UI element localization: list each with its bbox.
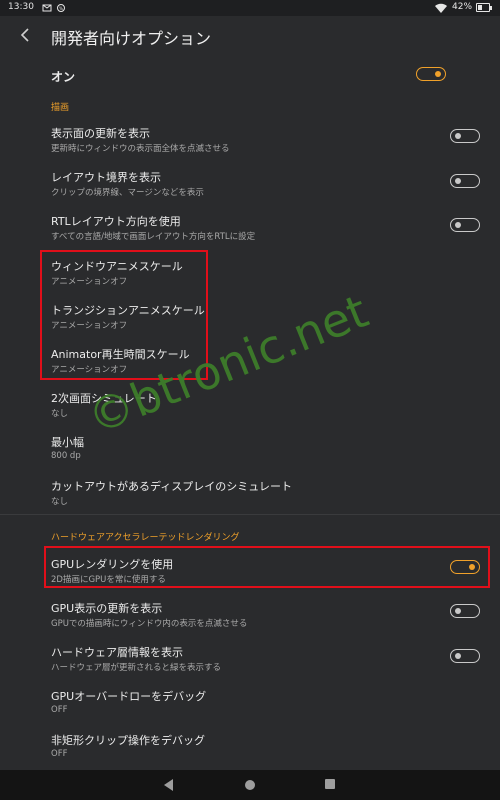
svg-text:%: % [59, 6, 63, 11]
data-saver-icon: % [57, 4, 65, 12]
item-title: レイアウト境界を表示 [51, 171, 161, 184]
navigation-bar [0, 770, 500, 800]
wifi-icon [435, 3, 447, 13]
item-title: 表示面の更新を表示 [51, 127, 150, 140]
section-header-drawing: 描画 [51, 103, 70, 113]
nav-recents-icon[interactable] [325, 779, 335, 789]
nav-back-icon[interactable] [164, 779, 173, 791]
master-toggle[interactable] [416, 67, 446, 81]
item-summary: OFF [51, 749, 68, 759]
item-summary: なし [51, 409, 69, 419]
list-item-smallest-width[interactable]: 最小幅 800 dp [0, 434, 500, 478]
list-item-force-gpu-rendering[interactable]: GPUレンダリングを使用 2D描画にGPUを常に使用する [0, 556, 500, 600]
section-header-hw-rendering: ハードウェアアクセラレーテッドレンダリング [51, 533, 240, 543]
list-item-window-animation-scale[interactable]: ウィンドウアニメスケール アニメーションオフ [0, 258, 500, 302]
list-item-force-rtl[interactable]: RTLレイアウト方向を使用 すべての言語/地域で画面レイアウト方向をRTLに設定 [0, 213, 500, 257]
list-item-simulate-secondary-display[interactable]: 2次画面シミュレート なし [0, 390, 500, 434]
master-switch-label: オン [51, 70, 76, 84]
notification-icon [42, 4, 52, 12]
item-summary: OFF [51, 705, 68, 715]
master-switch-row[interactable]: オン [0, 66, 500, 110]
section-divider [0, 514, 500, 515]
list-item-debug-gpu-overdraw[interactable]: GPUオーバードローをデバッグ OFF [0, 688, 500, 732]
battery-icon [476, 3, 492, 12]
battery-percent: 42% [452, 2, 473, 12]
item-summary: 800 dp [51, 451, 81, 461]
toggle-show-layout-bounds[interactable] [450, 174, 480, 188]
item-summary: GPUでの描画時にウィンドウ内の表示を点滅させる [51, 619, 248, 629]
item-title: GPUオーバードローをデバッグ [51, 690, 207, 703]
item-summary: すべての言語/地域で画面レイアウト方向をRTLに設定 [51, 232, 256, 242]
status-bar: 13:30 % 42% [0, 0, 500, 16]
item-summary: アニメーションオフ [51, 321, 128, 331]
item-title: GPU表示の更新を表示 [51, 602, 163, 615]
item-title: ハードウェア層情報を表示 [51, 646, 183, 659]
item-title: RTLレイアウト方向を使用 [51, 215, 181, 228]
item-title: カットアウトがあるディスプレイのシミュレート [51, 480, 293, 493]
item-summary: アニメーションオフ [51, 277, 128, 287]
item-title: GPUレンダリングを使用 [51, 558, 174, 571]
item-summary: ハードウェア層が更新されると緑を表示する [51, 663, 222, 673]
status-time: 13:30 [8, 2, 34, 12]
item-title: トランジションアニメスケール [51, 304, 205, 317]
list-item-display-cutout[interactable]: カットアウトがあるディスプレイのシミュレート なし [0, 478, 500, 522]
toggle-show-hw-layers-updates[interactable] [450, 649, 480, 663]
item-summary: クリップの境界線、マージンなどを表示 [51, 188, 204, 198]
toggle-show-surface-updates[interactable] [450, 129, 480, 143]
list-item-show-hw-layers-updates[interactable]: ハードウェア層情報を表示 ハードウェア層が更新されると緑を表示する [0, 644, 500, 688]
list-item-show-gpu-view-updates[interactable]: GPU表示の更新を表示 GPUでの描画時にウィンドウ内の表示を点滅させる [0, 600, 500, 644]
toggle-force-rtl[interactable] [450, 218, 480, 232]
toggle-show-gpu-view-updates[interactable] [450, 604, 480, 618]
chevron-left-icon [20, 28, 29, 42]
item-summary: アニメーションオフ [51, 365, 128, 375]
toggle-force-gpu-rendering[interactable] [450, 560, 480, 574]
list-item-show-layout-bounds[interactable]: レイアウト境界を表示 クリップの境界線、マージンなどを表示 [0, 169, 500, 213]
nav-home-icon[interactable] [245, 780, 255, 790]
item-summary: 2D描画にGPUを常に使用する [51, 575, 166, 585]
item-title: ウィンドウアニメスケール [51, 260, 183, 273]
list-item-show-surface-updates[interactable]: 表示面の更新を表示 更新時にウィンドウの表示面全体を点滅させる [0, 125, 500, 169]
back-button[interactable] [14, 24, 36, 46]
item-summary: 更新時にウィンドウの表示面全体を点滅させる [51, 144, 230, 154]
item-title: 非矩形クリップ操作をデバッグ [51, 734, 205, 747]
item-summary: なし [51, 497, 69, 507]
app-bar: 開発者向けオプション [0, 16, 500, 56]
item-title: 最小幅 [51, 436, 84, 449]
page-title: 開発者向けオプション [51, 29, 212, 48]
